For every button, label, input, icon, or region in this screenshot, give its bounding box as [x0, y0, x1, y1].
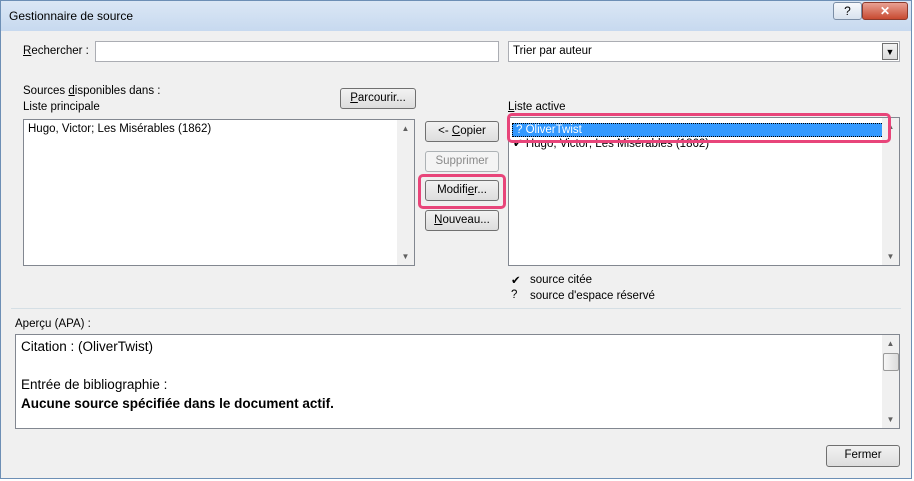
search-label: Rechercher : — [23, 45, 89, 57]
browse-accel: P — [350, 92, 358, 104]
new-button[interactable]: Nouveau... — [425, 210, 499, 231]
active-item-text: Hugo, Victor; Les Misérables (1862) — [525, 138, 710, 150]
sources-label-a: Sources — [23, 85, 69, 97]
active-label-text: iste active — [514, 101, 566, 113]
master-source-list[interactable]: Hugo, Victor; Les Misérables (1862) ▲ ▼ — [23, 119, 415, 266]
question-mark-icon: ? — [511, 289, 518, 301]
new-text: ouveau... — [442, 214, 490, 226]
list-item-selected[interactable]: ? OliverTwist — [512, 123, 884, 137]
active-item-text: OliverTwist — [525, 124, 582, 136]
active-source-list[interactable]: ? OliverTwist ✔ Hugo, Victor; Les Miséra… — [508, 117, 900, 266]
help-button[interactable]: ? — [833, 2, 862, 20]
sources-label: Sources disponibles dans : — [23, 85, 160, 97]
scroll-thumb[interactable] — [883, 353, 899, 371]
delete-button[interactable]: Supprimer — [425, 151, 499, 172]
search-input[interactable] — [95, 41, 499, 62]
list-item[interactable]: Hugo, Victor; Les Misérables (1862) — [28, 123, 211, 135]
modify-button[interactable]: Modifier... — [425, 180, 499, 201]
active-list-scrollbar[interactable]: ▲ ▼ — [882, 118, 899, 265]
preview-box[interactable]: Citation : (OliverTwist) Entrée de bibli… — [15, 334, 900, 429]
modify-text-b: r... — [474, 184, 487, 196]
close-button[interactable]: Fermer — [826, 445, 900, 467]
placeholder-mark-icon: ? — [516, 124, 523, 136]
window-title: Gestionnaire de source — [9, 9, 134, 23]
copy-button[interactable]: <- Copier — [425, 121, 499, 142]
master-list-label: Liste principale — [23, 101, 100, 113]
scroll-up-icon[interactable]: ▲ — [397, 120, 414, 137]
preview-biblio-label: Entrée de bibliographie : — [21, 377, 168, 392]
scroll-up-icon[interactable]: ▲ — [882, 335, 899, 352]
scroll-up-icon[interactable]: ▲ — [882, 118, 899, 135]
close-window-button[interactable]: ✕ — [862, 2, 908, 20]
source-manager-dialog: Gestionnaire de source ? ✕ Rechercher : … — [0, 0, 912, 479]
legend-cited-text: source citée — [530, 274, 593, 286]
copy-text-a: <- — [438, 125, 452, 137]
scroll-down-icon[interactable]: ▼ — [397, 248, 414, 265]
list-item[interactable]: ✔ Hugo, Victor; Les Misérables (1862) — [513, 136, 709, 150]
copy-accel: C — [451, 125, 461, 137]
preview-label: Aperçu (APA) : — [15, 318, 91, 330]
sort-dropdown[interactable]: Trier par auteur ▼ — [508, 41, 900, 62]
legend-placeholder-text: source d'espace réservé — [530, 290, 655, 302]
browse-button[interactable]: Parcourir... — [340, 88, 416, 109]
scroll-down-icon[interactable]: ▼ — [882, 411, 899, 428]
master-list-scrollbar[interactable]: ▲ ▼ — [397, 120, 414, 265]
active-list-label: Liste active — [508, 101, 566, 113]
search-label-text: echercher : — [31, 45, 89, 57]
sort-selected: Trier par auteur — [513, 45, 592, 57]
modify-text-a: Modifi — [437, 184, 468, 196]
scroll-down-icon[interactable]: ▼ — [882, 248, 899, 265]
divider — [11, 308, 901, 309]
checkmark-icon: ✔ — [511, 275, 521, 287]
title-bar: Gestionnaire de source ? ✕ — [1, 1, 911, 31]
sources-label-b: isponibles dans : — [74, 85, 161, 97]
preview-citation: Citation : (OliverTwist) — [21, 339, 154, 354]
preview-scrollbar[interactable]: ▲ ▼ — [882, 335, 899, 428]
checkmark-icon: ✔ — [513, 138, 523, 150]
copy-text-b: opier — [460, 125, 486, 137]
chevron-down-icon[interactable]: ▼ — [882, 43, 898, 60]
preview-biblio-text: Aucune source spécifiée dans le document… — [21, 396, 334, 411]
browse-text: arcourir... — [357, 92, 406, 104]
